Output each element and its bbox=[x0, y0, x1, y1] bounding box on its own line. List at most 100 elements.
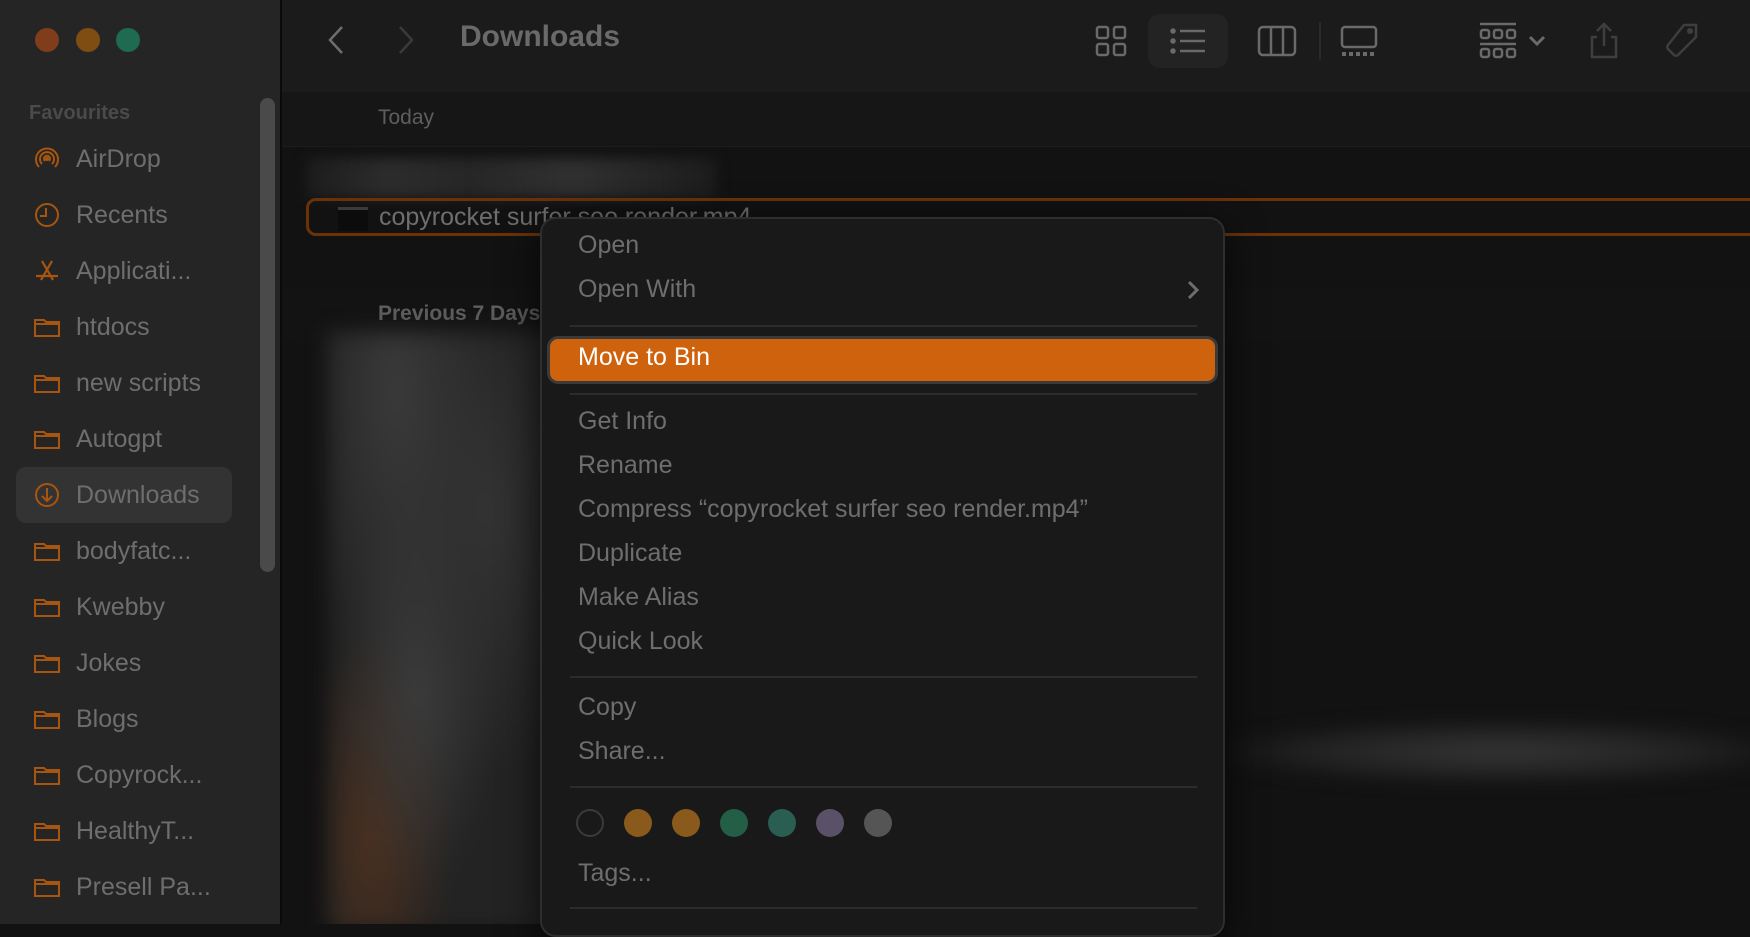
folder-icon bbox=[32, 368, 62, 398]
group-header-today: Today bbox=[282, 92, 1750, 147]
back-button[interactable] bbox=[318, 22, 354, 58]
menu-item-copy[interactable]: Copy bbox=[550, 689, 1215, 729]
blurred-file-row bbox=[306, 158, 716, 198]
tag-icon bbox=[1666, 23, 1698, 57]
menu-item-make-alias[interactable]: Make Alias bbox=[550, 579, 1215, 619]
sidebar-item-label: Jokes bbox=[76, 648, 142, 677]
menu-item-label: Get Info bbox=[578, 407, 667, 435]
sidebar-item-new-scripts[interactable]: new scripts bbox=[16, 355, 232, 411]
sidebar-item-label: htdocs bbox=[76, 312, 150, 341]
sidebar-item-autogpt[interactable]: Autogpt bbox=[16, 411, 232, 467]
tag-green[interactable] bbox=[720, 809, 748, 837]
context-menu: Open Open With Move to Bin Get Info Rena… bbox=[540, 217, 1225, 937]
icon-view-button[interactable] bbox=[1086, 14, 1136, 68]
sidebar-item-label: Copyrock... bbox=[76, 760, 203, 789]
menu-item-tags[interactable]: Tags... bbox=[550, 855, 1215, 895]
sidebar-item-htdocs[interactable]: htdocs bbox=[16, 299, 232, 355]
sidebar-list: AirDrop Recents Applicati... htdocs new … bbox=[16, 131, 232, 915]
tags-button[interactable] bbox=[1658, 14, 1706, 68]
sidebar-item-recents[interactable]: Recents bbox=[16, 187, 232, 243]
menu-item-duplicate[interactable]: Duplicate bbox=[550, 535, 1215, 575]
close-window-button[interactable] bbox=[35, 28, 59, 52]
sidebar-item-healthyt[interactable]: HealthyT... bbox=[16, 803, 232, 859]
clock-icon bbox=[32, 200, 62, 230]
menu-item-open[interactable]: Open bbox=[550, 227, 1215, 267]
folder-icon bbox=[32, 312, 62, 342]
column-view-button[interactable] bbox=[1248, 14, 1306, 68]
sidebar-item-label: Kwebby bbox=[76, 592, 165, 621]
tag-orange[interactable] bbox=[624, 809, 652, 837]
group-label: Today bbox=[378, 106, 435, 129]
columns-icon bbox=[1257, 25, 1297, 57]
airdrop-icon bbox=[32, 144, 62, 174]
share-icon bbox=[1590, 22, 1618, 59]
menu-item-compress[interactable]: Compress “copyrocket surfer seo render.m… bbox=[550, 491, 1215, 531]
menu-separator bbox=[570, 907, 1197, 909]
toolbar-divider bbox=[1319, 22, 1321, 60]
sidebar-item-label: Presell Pa... bbox=[76, 872, 211, 901]
group-by-button[interactable] bbox=[1472, 14, 1552, 68]
tag-yellow[interactable] bbox=[672, 809, 700, 837]
sidebar-item-label: Recents bbox=[76, 200, 168, 229]
gallery-view-button[interactable] bbox=[1330, 14, 1388, 68]
menu-separator bbox=[570, 786, 1197, 788]
sidebar-item-airdrop[interactable]: AirDrop bbox=[16, 131, 232, 187]
sidebar-section-title: Favourites bbox=[29, 102, 131, 124]
chevron-right-icon bbox=[1187, 280, 1200, 300]
menu-item-open-with[interactable]: Open With bbox=[550, 271, 1215, 311]
blurred-file-thumbnails bbox=[327, 332, 557, 924]
menu-item-share[interactable]: Share... bbox=[550, 733, 1215, 773]
sidebar-item-applications[interactable]: Applicati... bbox=[16, 243, 232, 299]
menu-item-label: Copy bbox=[578, 693, 637, 721]
menu-item-label: Tags... bbox=[578, 859, 652, 887]
menu-item-label: Rename bbox=[578, 451, 673, 479]
tag-purple[interactable] bbox=[816, 809, 844, 837]
menu-item-label: Compress “copyrocket surfer seo render.m… bbox=[578, 495, 1088, 523]
minimize-window-button[interactable] bbox=[76, 28, 100, 52]
sidebar-item-label: HealthyT... bbox=[76, 816, 195, 845]
group-label: Previous 7 Days bbox=[378, 302, 541, 325]
sidebar-item-label: Applicati... bbox=[76, 256, 192, 285]
sidebar-item-blogs[interactable]: Blogs bbox=[16, 691, 232, 747]
menu-item-quick-look[interactable]: Quick Look bbox=[550, 623, 1215, 663]
tag-teal[interactable] bbox=[768, 809, 796, 837]
toolbar: Downloads bbox=[282, 0, 1750, 94]
list-icon bbox=[1170, 28, 1205, 54]
tag-color-picker bbox=[576, 809, 916, 839]
sidebar-item-bodyfatc[interactable]: bodyfatc... bbox=[16, 523, 232, 579]
menu-item-label: Open With bbox=[578, 275, 697, 303]
list-view-button[interactable] bbox=[1148, 14, 1228, 68]
menu-separator bbox=[570, 676, 1197, 678]
sidebar-item-jokes[interactable]: Jokes bbox=[16, 635, 232, 691]
menu-separator bbox=[570, 393, 1197, 395]
menu-separator bbox=[570, 325, 1197, 327]
forward-button[interactable] bbox=[388, 22, 424, 58]
folder-icon bbox=[32, 424, 62, 454]
menu-item-label: Open bbox=[578, 231, 640, 259]
sidebar-item-downloads[interactable]: Downloads bbox=[16, 467, 232, 523]
menu-item-label: Quick Look bbox=[578, 627, 704, 655]
sidebar-item-copyrock[interactable]: Copyrock... bbox=[16, 747, 232, 803]
gallery-icon bbox=[1340, 25, 1378, 56]
sidebar-item-presell[interactable]: Presell Pa... bbox=[16, 859, 232, 915]
menu-item-get-info[interactable]: Get Info bbox=[550, 403, 1215, 443]
folder-icon bbox=[32, 648, 62, 678]
window-title: Downloads bbox=[460, 20, 621, 53]
zoom-window-button[interactable] bbox=[116, 28, 140, 52]
sidebar-item-label: new scripts bbox=[76, 368, 202, 397]
folder-icon bbox=[32, 592, 62, 622]
folder-icon bbox=[32, 760, 62, 790]
folder-icon bbox=[32, 536, 62, 566]
share-button[interactable] bbox=[1582, 14, 1626, 68]
download-icon bbox=[32, 480, 62, 510]
tag-none[interactable] bbox=[576, 809, 604, 837]
chevron-down-icon bbox=[1528, 35, 1546, 47]
menu-item-rename[interactable]: Rename bbox=[550, 447, 1215, 487]
video-file-icon bbox=[338, 207, 368, 231]
sidebar-item-label: AirDrop bbox=[76, 144, 161, 173]
applications-icon bbox=[32, 256, 62, 286]
sidebar-item-kwebby[interactable]: Kwebby bbox=[16, 579, 232, 635]
sidebar-scrollbar[interactable] bbox=[260, 98, 275, 572]
menu-item-move-to-bin[interactable]: Move to Bin bbox=[550, 339, 1215, 381]
tag-gray[interactable] bbox=[864, 809, 892, 837]
